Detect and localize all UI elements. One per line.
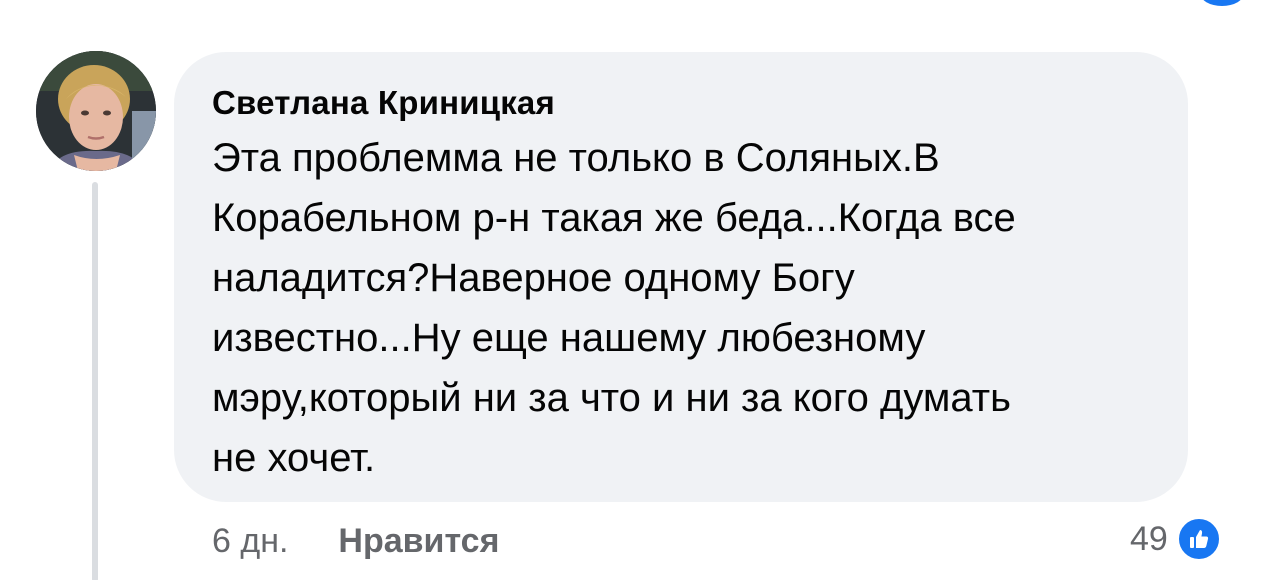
like-thumbs-up-icon [1175, 516, 1222, 562]
comment-text: Эта проблемма не только в Соляных.В Кора… [212, 136, 1016, 480]
like-button[interactable]: Нравится [338, 522, 499, 561]
reaction-count: 49 [1130, 519, 1168, 558]
comment-thread: Светлана Криницкая Эта проблемма не толь… [0, 0, 1280, 580]
comment-author-name[interactable]: Светлана Криницкая [212, 82, 1148, 124]
comment-bubble: Светлана Криницкая Эта проблемма не толь… [174, 52, 1188, 502]
reply-thread-line [92, 182, 98, 580]
comment-timestamp[interactable]: 6 дн. [212, 522, 288, 561]
comment-footer: 6 дн. Нравится [212, 518, 499, 564]
reaction-summary[interactable]: 49 [1130, 514, 1222, 564]
previous-reaction-icon [1200, 0, 1244, 6]
previous-comment-footer-remnant [300, 0, 500, 4]
avatar[interactable] [36, 51, 156, 171]
